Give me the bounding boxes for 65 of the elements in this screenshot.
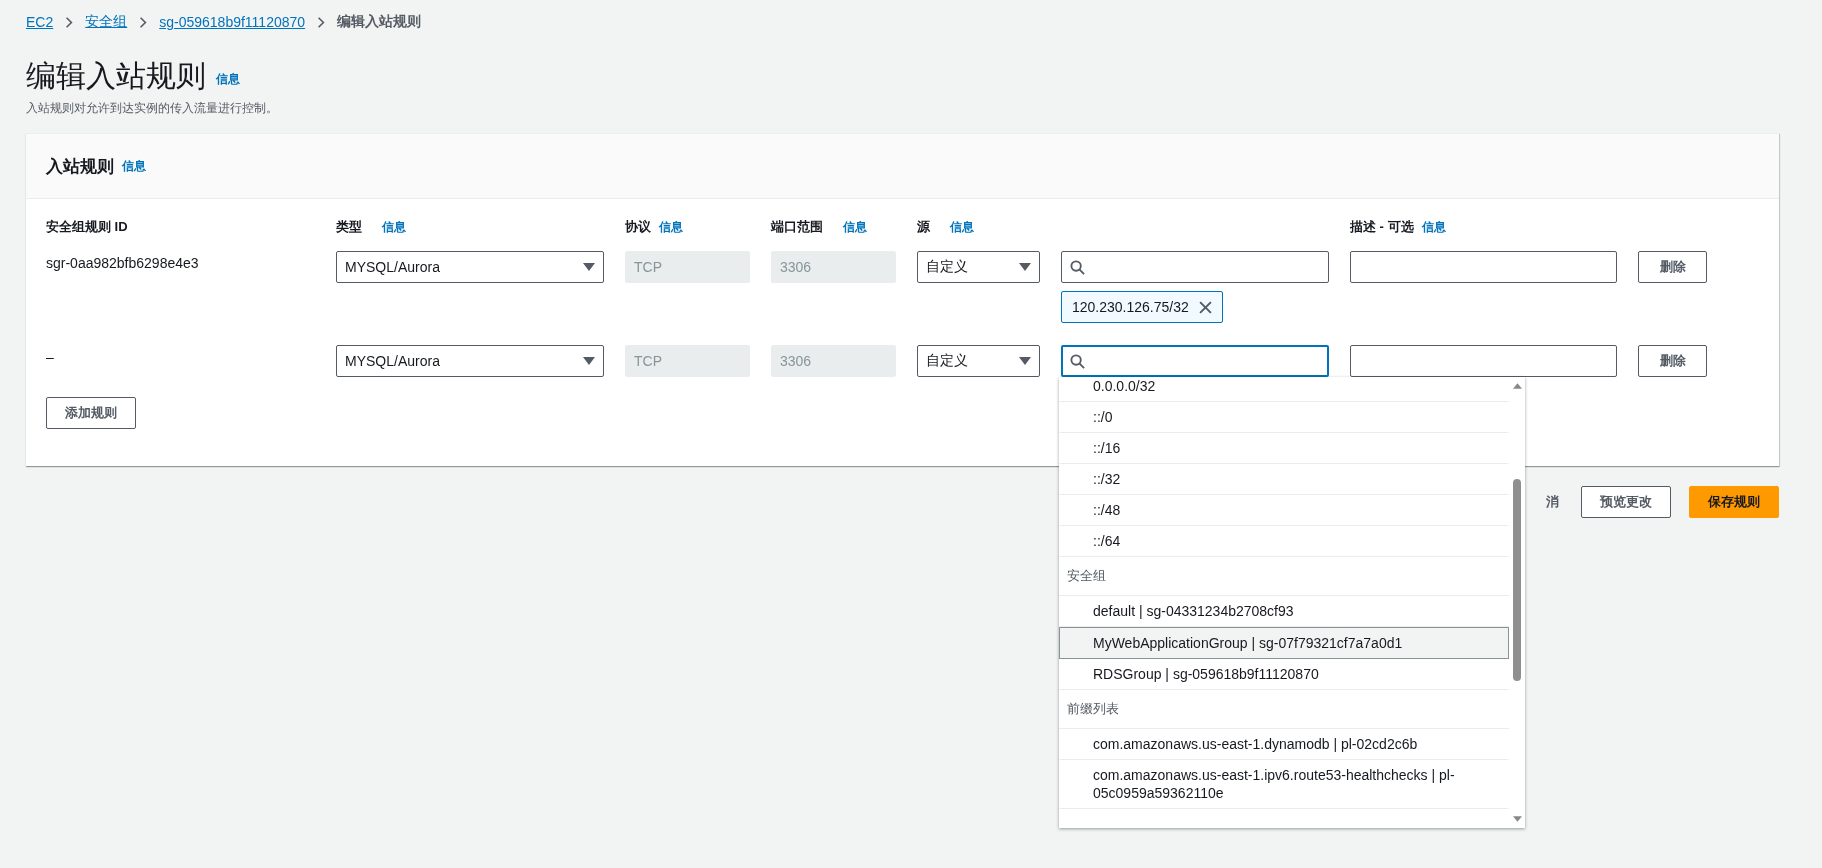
port-field: 3306 bbox=[771, 251, 896, 283]
dropdown-option[interactable]: ::/48 bbox=[1059, 495, 1509, 526]
port-field: 3306 bbox=[771, 345, 896, 377]
protocol-field: TCP bbox=[625, 345, 750, 377]
type-select[interactable]: MYSQL/Aurora bbox=[336, 251, 604, 283]
source-select[interactable]: 自定义 bbox=[917, 345, 1040, 377]
dropdown-option[interactable]: ::/64 bbox=[1059, 526, 1509, 557]
source-select[interactable]: 自定义 bbox=[917, 251, 1040, 283]
info-link[interactable]: 信息 bbox=[843, 218, 867, 236]
page-description: 入站规则对允许到达实例的传入流量进行控制。 bbox=[26, 100, 279, 117]
chevron-right-icon bbox=[317, 15, 326, 29]
delete-button[interactable]: 删除 bbox=[1638, 345, 1707, 377]
dropdown-option[interactable]: com.amazonaws.us-east-1.ipv6.route53-healthchecks | pl-05c0959a59362110e bbox=[1059, 760, 1509, 809]
type-select[interactable]: MYSQL/Aurora bbox=[336, 345, 604, 377]
add-rule-button[interactable]: 添加规则 bbox=[46, 397, 136, 429]
save-button[interactable]: 保存规则 bbox=[1689, 486, 1779, 518]
panel-title: 入站规则 bbox=[46, 155, 114, 178]
info-link[interactable]: 信息 bbox=[1421, 218, 1446, 236]
delete-button[interactable]: 删除 bbox=[1638, 251, 1707, 283]
column-header: 描述 - 可选 bbox=[1350, 218, 1414, 236]
tag-label: 120.230.126.75/32 bbox=[1072, 299, 1189, 315]
column-header: 安全组规则 ID bbox=[46, 218, 128, 236]
dropdown-option[interactable]: RDSGroup | sg-059618b9f11120870 bbox=[1059, 659, 1509, 690]
info-link[interactable]: 信息 bbox=[950, 218, 974, 236]
caret-down-icon bbox=[583, 357, 595, 365]
group-heading: 前缀列表 bbox=[1059, 690, 1509, 729]
breadcrumb-link[interactable]: sg-059618b9f11120870 bbox=[159, 14, 306, 30]
search-icon bbox=[1070, 353, 1085, 369]
caret-down-icon bbox=[583, 263, 595, 271]
column-header: 端口范围 bbox=[771, 218, 823, 236]
group-heading: 安全组 bbox=[1059, 557, 1509, 596]
breadcrumb-link[interactable]: EC2 bbox=[26, 14, 54, 30]
column-header: 类型 bbox=[336, 218, 362, 236]
search-field[interactable] bbox=[1061, 251, 1329, 283]
search-icon bbox=[1070, 259, 1085, 275]
breadcrumb-link[interactable]: 安全组 bbox=[85, 13, 128, 31]
page-title: 编辑入站规则 bbox=[26, 58, 206, 94]
column-header: 源 bbox=[917, 218, 930, 236]
rule-id: sgr-0aa982bfb6298e4e3 bbox=[46, 254, 200, 271]
chevron-right-icon bbox=[65, 15, 74, 29]
caret-down-icon bbox=[1019, 263, 1031, 271]
info-link[interactable]: 信息 bbox=[659, 218, 683, 236]
dropdown-option[interactable]: MyWebApplicationGroup | sg-07f79321cf7a7a0d1 bbox=[1059, 627, 1509, 659]
scroll-down-icon[interactable] bbox=[1512, 816, 1522, 822]
description-field[interactable] bbox=[1350, 345, 1617, 377]
info-link[interactable]: 信息 bbox=[382, 218, 406, 236]
scroll-up-icon[interactable] bbox=[1512, 383, 1522, 389]
description-field[interactable] bbox=[1350, 251, 1617, 283]
dropdown-option[interactable]: ::/0 bbox=[1059, 402, 1509, 433]
search-field[interactable] bbox=[1061, 345, 1329, 377]
preview-button[interactable]: 预览更改 bbox=[1581, 486, 1671, 518]
caret-down-icon bbox=[1019, 357, 1031, 365]
info-link[interactable]: 信息 bbox=[122, 157, 146, 175]
scrollbar-thumb[interactable] bbox=[1513, 479, 1521, 681]
dropdown-option[interactable]: ::/32 bbox=[1059, 464, 1509, 495]
dropdown-option[interactable]: ::/16 bbox=[1059, 433, 1509, 464]
dropdown-option[interactable]: com.amazonaws.us-east-1.dynamodb | pl-02cd2c6b bbox=[1059, 729, 1509, 760]
chevron-right-icon bbox=[139, 15, 148, 29]
breadcrumb-current: 编辑入站规则 bbox=[337, 13, 422, 31]
rule-id: – bbox=[46, 348, 55, 365]
column-header: 协议 bbox=[625, 218, 651, 236]
info-link[interactable]: 信息 bbox=[216, 71, 240, 94]
cancel-button[interactable]: 消 bbox=[1546, 493, 1559, 511]
close-icon[interactable] bbox=[1198, 300, 1212, 314]
protocol-field: TCP bbox=[625, 251, 750, 283]
